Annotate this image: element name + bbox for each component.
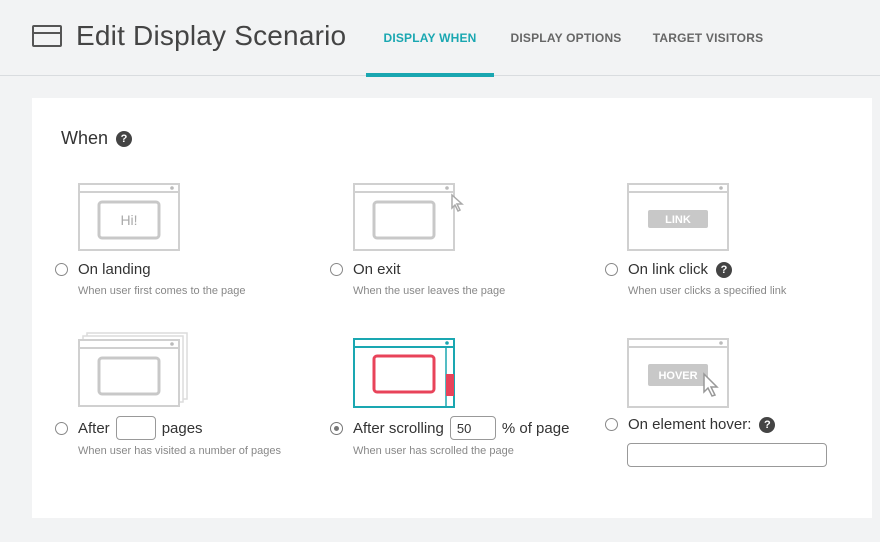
option-on-landing-description: When user first comes to the page bbox=[78, 285, 246, 297]
option-after-pages-suffix: pages bbox=[161, 419, 203, 437]
radio-on-element-hover[interactable] bbox=[605, 418, 618, 431]
option-on-link-click-description: When user clicks a specified link bbox=[628, 285, 787, 297]
radio-on-landing[interactable] bbox=[55, 263, 68, 276]
option-on-element-hover[interactable]: On element hover: ? bbox=[605, 416, 776, 433]
link-illustration-icon: LINK bbox=[627, 183, 729, 251]
when-label: When bbox=[61, 128, 109, 148]
tab-bar: DISPLAY WHEN DISPLAY OPTIONS TARGET VISI… bbox=[366, 0, 778, 77]
option-on-exit[interactable]: On exit bbox=[330, 261, 401, 278]
scroll-percent-input[interactable] bbox=[449, 416, 496, 440]
hover-selector-input[interactable] bbox=[627, 443, 827, 467]
option-on-landing[interactable]: On landing bbox=[55, 261, 151, 278]
header: Edit Display Scenario DISPLAY WHEN DISPL… bbox=[0, 0, 880, 77]
option-after-scrolling-prefix: After scrolling bbox=[353, 419, 444, 437]
radio-after-scrolling[interactable] bbox=[330, 421, 343, 435]
option-after-pages[interactable]: After pages bbox=[55, 416, 203, 440]
tab-display-options[interactable]: DISPLAY OPTIONS bbox=[494, 0, 638, 76]
radio-after-pages[interactable] bbox=[55, 421, 68, 435]
link-click-help-icon[interactable]: ? bbox=[716, 261, 733, 278]
option-on-link-click-label: On link click bbox=[628, 261, 709, 278]
option-on-link-click[interactable]: On link click ? bbox=[605, 261, 733, 278]
pages-illustration-icon bbox=[78, 332, 188, 407]
element-hover-help-icon[interactable]: ? bbox=[759, 416, 776, 433]
option-after-scrolling-suffix: % of page bbox=[501, 419, 570, 437]
option-on-exit-label: On exit bbox=[353, 261, 401, 278]
scroll-illustration-icon bbox=[353, 338, 455, 408]
option-after-pages-prefix: After bbox=[78, 419, 110, 437]
help-icon[interactable]: ? bbox=[116, 130, 133, 147]
option-after-pages-description: When user has visited a number of pages bbox=[78, 445, 282, 457]
option-on-exit-description: When the user leaves the page bbox=[353, 285, 506, 297]
page-title: Edit Display Scenario bbox=[76, 20, 347, 51]
option-after-scrolling-description: When user has scrolled the page bbox=[353, 445, 514, 457]
option-on-element-hover-label: On element hover: bbox=[628, 416, 752, 433]
tab-target-visitors[interactable]: TARGET VISITORS bbox=[638, 0, 778, 76]
pages-count-input[interactable] bbox=[115, 416, 156, 440]
tab-display-when[interactable]: DISPLAY WHEN bbox=[366, 0, 494, 77]
exit-illustration-icon bbox=[353, 183, 464, 251]
landing-illustration-text: Hi! bbox=[120, 212, 137, 228]
radio-on-link-click[interactable] bbox=[605, 263, 618, 276]
title-wrap: Edit Display Scenario bbox=[32, 20, 346, 52]
when-heading: When ? bbox=[61, 128, 133, 149]
radio-on-exit[interactable] bbox=[330, 263, 343, 276]
hover-illustration-text: HOVER bbox=[658, 370, 697, 382]
window-icon bbox=[32, 25, 62, 47]
option-on-landing-label: On landing bbox=[78, 261, 151, 278]
hover-illustration-icon: HOVER bbox=[627, 338, 729, 408]
link-illustration-text: LINK bbox=[665, 214, 691, 226]
landing-illustration-icon: Hi! bbox=[78, 183, 180, 251]
option-after-scrolling[interactable]: After scrolling % of page bbox=[330, 416, 569, 440]
when-panel: When ? Hi! On landing When user first co… bbox=[32, 98, 872, 518]
